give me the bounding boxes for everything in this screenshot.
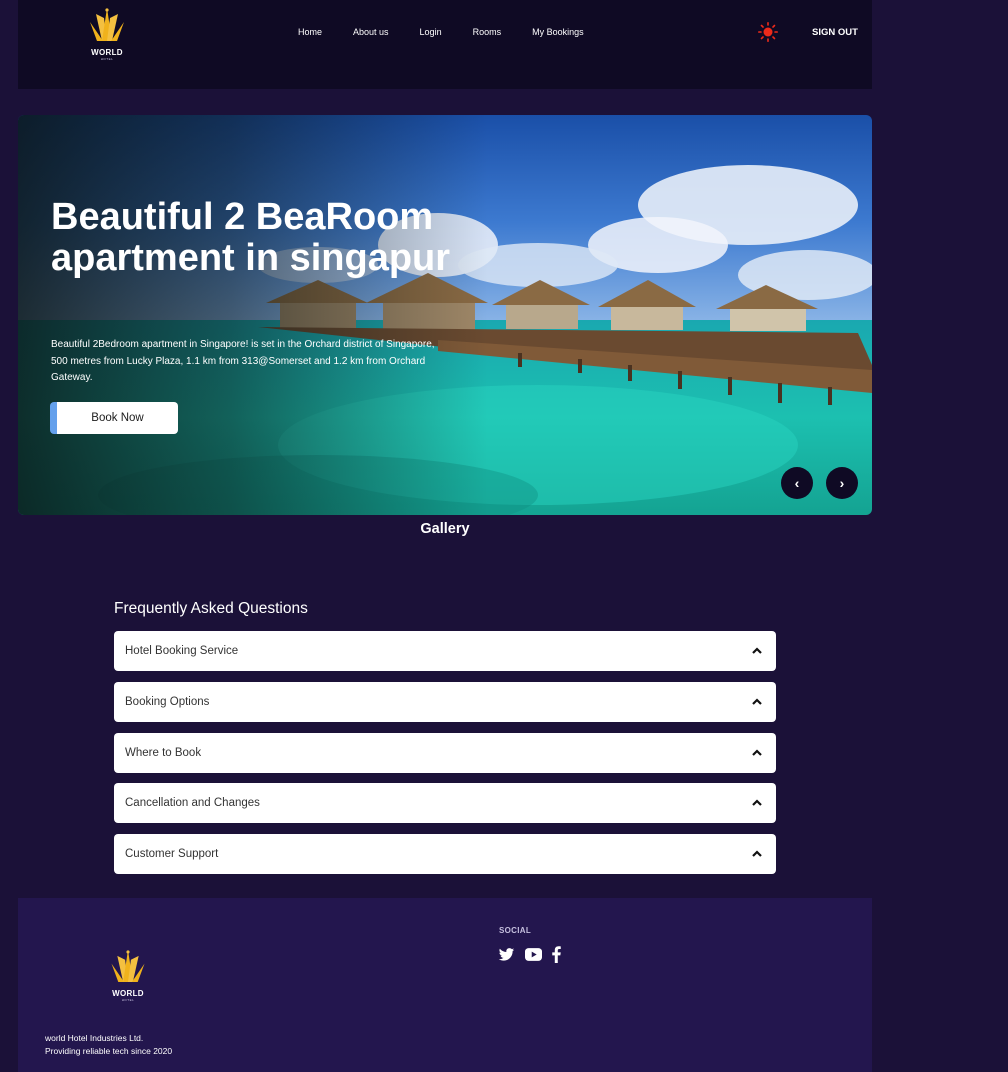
- crown-icon: [111, 950, 145, 983]
- sign-out-button[interactable]: SIGN OUT: [812, 27, 858, 38]
- sun-icon[interactable]: [758, 22, 778, 42]
- faq-title: Frequently Asked Questions: [114, 600, 308, 617]
- nav-links: Home About us Login Rooms My Bookings: [298, 27, 615, 37]
- hero-carousel: Beautiful 2 BeaRoom apartment in singapu…: [18, 115, 872, 515]
- faq-item-label: Cancellation and Changes: [125, 797, 260, 809]
- logo-subtext: HOTEL: [100, 57, 114, 61]
- faq-item-booking-options[interactable]: Booking Options: [114, 682, 776, 722]
- footer-company-info: world Hotel Industries Ltd. Providing re…: [45, 1032, 172, 1057]
- footer-logo-text: WORLD: [112, 989, 144, 998]
- carousel-prev-button[interactable]: ‹: [781, 467, 813, 499]
- chevron-right-icon: ›: [839, 475, 845, 491]
- nav-link-rooms[interactable]: Rooms: [473, 27, 502, 37]
- nav-link-about-us[interactable]: About us: [353, 27, 389, 37]
- footer-logo-subtext: HOTEL: [121, 998, 135, 1002]
- chevron-up-icon: [752, 850, 762, 857]
- social-icons: [498, 946, 561, 968]
- gallery-heading: Gallery: [420, 521, 470, 537]
- nav-link-home[interactable]: Home: [298, 27, 322, 37]
- faq-item-hotel-booking-service[interactable]: Hotel Booking Service: [114, 631, 776, 671]
- hero-title: Beautiful 2 BeaRoom apartment in singapu…: [51, 196, 451, 279]
- faq-item-label: Booking Options: [125, 696, 210, 708]
- twitter-icon[interactable]: [498, 947, 515, 967]
- faq-item-customer-support[interactable]: Customer Support: [114, 834, 776, 874]
- carousel-next-button[interactable]: ›: [826, 467, 858, 499]
- hero-overlay: [18, 115, 872, 515]
- book-now-button[interactable]: Book Now: [50, 402, 178, 434]
- faq-item-where-to-book[interactable]: Where to Book: [114, 733, 776, 773]
- nav-link-my-bookings[interactable]: My Bookings: [532, 27, 584, 37]
- footer: WORLD HOTEL world Hotel Industries Ltd. …: [18, 898, 872, 1072]
- chevron-up-icon: [752, 799, 762, 806]
- footer-logo[interactable]: WORLD HOTEL: [108, 950, 148, 1002]
- footer-company-name: world Hotel Industries Ltd.: [45, 1033, 144, 1043]
- faq-item-label: Customer Support: [125, 848, 219, 860]
- chevron-up-icon: [752, 749, 762, 756]
- youtube-icon[interactable]: [525, 948, 542, 966]
- logo-text: WORLD: [91, 48, 123, 57]
- chevron-up-icon: [752, 698, 762, 705]
- hotel-logo[interactable]: WORLD HOTEL: [88, 8, 126, 61]
- hero-description: Beautiful 2Bedroom apartment in Singapor…: [51, 339, 435, 383]
- faq-item-cancellation-and-changes[interactable]: Cancellation and Changes: [114, 783, 776, 823]
- crown-icon: [90, 8, 124, 41]
- faq-item-label: Where to Book: [125, 747, 202, 759]
- facebook-icon[interactable]: [552, 946, 561, 968]
- chevron-left-icon: ‹: [794, 475, 800, 491]
- footer-tagline: Providing reliable tech since 2020: [45, 1045, 173, 1056]
- nav-link-login[interactable]: Login: [420, 27, 442, 37]
- chevron-up-icon: [752, 647, 762, 654]
- faq-item-label: Hotel Booking Service: [125, 645, 239, 657]
- navbar: WORLD HOTEL Home About us Login Rooms My…: [18, 0, 872, 89]
- social-title: SOCIAL: [499, 926, 532, 935]
